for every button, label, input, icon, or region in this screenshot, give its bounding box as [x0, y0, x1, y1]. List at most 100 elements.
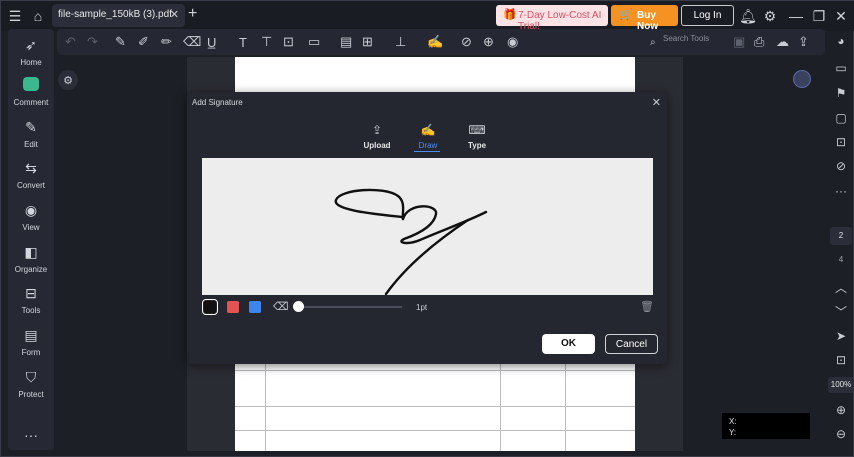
ok-button[interactable]: OK — [542, 334, 595, 354]
tab-file-label: file-sample_150kB (3).pdf — [58, 9, 172, 20]
color-black-swatch[interactable] — [202, 299, 218, 315]
signature-canvas[interactable] — [202, 158, 653, 296]
hide-annotations-icon[interactable]: ⊕ — [483, 33, 494, 51]
home-icon[interactable]: ⌂ — [28, 6, 48, 26]
cancel-button[interactable]: Cancel — [605, 334, 658, 354]
undo-icon[interactable]: ↶ — [65, 33, 76, 51]
sidebar-item-edit[interactable]: ✎ Edit — [8, 119, 54, 149]
dialog-title: Add Signature — [192, 98, 243, 107]
cart-icon: 🛒 — [619, 9, 633, 21]
new-tab-icon[interactable]: + — [188, 5, 197, 23]
minimize-icon[interactable]: — — [786, 6, 806, 26]
organize-icon: ◧ — [24, 244, 38, 260]
textbox-icon[interactable]: ⊤ — [261, 33, 272, 51]
more-icon[interactable]: ··· — [8, 427, 54, 445]
stamp-icon[interactable]: ⊥ — [395, 33, 406, 51]
zoom-out-icon[interactable]: ⊖ — [831, 427, 851, 441]
search-tools-input[interactable]: Search Tools — [663, 34, 709, 43]
attachment-icon[interactable]: ⊘ — [461, 33, 472, 51]
sidebar-item-tools[interactable]: ⊟ Tools — [8, 285, 54, 315]
bookmark-icon[interactable]: ⚑ — [831, 86, 851, 100]
search-panel-icon[interactable]: ⊡ — [831, 135, 851, 149]
sidebar-item-form[interactable]: ▤ Form — [8, 327, 54, 357]
settings-icon[interactable]: ⚙ — [760, 6, 780, 26]
zoom-in-icon[interactable]: ⊕ — [831, 403, 851, 417]
eraser-icon[interactable]: ⌫ — [273, 300, 289, 313]
color-red-swatch[interactable] — [227, 301, 239, 313]
color-blue-swatch[interactable] — [249, 301, 261, 313]
restore-icon[interactable]: ❐ — [809, 6, 829, 26]
login-button[interactable]: Log In — [681, 5, 734, 26]
sidebar-item-label: Form — [21, 348, 41, 357]
draw-icon: ✍ — [420, 123, 436, 137]
close-dialog-icon[interactable]: ✕ — [652, 96, 661, 109]
search-icon: ⌕ — [650, 36, 656, 48]
comment-toolbar: ↶ ↷ ✎ ✐ ✏ ⌫ U̲ T ⊤ ⊡ ▭ ▤ ⊞ ⊥ ✍ ⊘ ⊕ ◉ ⌕ S… — [57, 29, 825, 55]
add-signature-dialog: Add Signature ✕ ⇪ Upload ✍ Draw ⌨ Type ⌫ — [187, 92, 667, 364]
keyboard-icon: ⌨ — [468, 123, 486, 137]
coord-x-label: X: — [729, 417, 737, 426]
upload-icon: ⇪ — [371, 123, 383, 137]
promo-button[interactable]: 🎁 7-Day Low-Cost AI Trial! — [496, 5, 608, 32]
gift-icon: 🎁 — [503, 9, 517, 21]
shield-icon: ⛉ — [25, 369, 37, 385]
thumbnails-icon[interactable]: ▭ — [831, 61, 851, 75]
underline-icon[interactable]: U̲ — [207, 33, 216, 51]
tab-type[interactable]: ⌨ Type — [457, 123, 497, 150]
shape-icon[interactable]: ▭ — [308, 33, 320, 51]
cloud-upload-icon[interactable]: ☁ — [776, 33, 789, 51]
ai-assistant-icon[interactable]: ◕ — [831, 34, 851, 48]
stroke-width-value: 1pt — [416, 303, 428, 312]
bell-icon[interactable]: 🔔︎ — [738, 6, 758, 26]
eye-icon: ◉ — [24, 202, 38, 218]
measure-icon[interactable]: ⊞ — [362, 33, 373, 51]
comments-panel-icon[interactable]: ▢ — [831, 111, 851, 125]
sidebar-item-label: Convert — [16, 181, 45, 190]
filter-icon[interactable]: ⚙ — [58, 70, 78, 90]
signature-icon[interactable]: ✍ — [427, 33, 443, 51]
sidebar-item-label: Protect — [18, 390, 44, 399]
current-page-input[interactable]: 2 — [830, 227, 852, 245]
redo-icon[interactable]: ↷ — [87, 33, 98, 51]
ai-float-icon[interactable] — [793, 70, 811, 88]
menu-icon[interactable]: ☰ — [5, 6, 25, 26]
pencil-icon[interactable]: ✏ — [161, 33, 172, 51]
eye-toggle-icon[interactable]: ◉ — [507, 33, 518, 51]
close-tab-icon[interactable]: ✕ — [170, 8, 179, 21]
sidebar-item-home[interactable]: ➶ Home — [8, 37, 54, 67]
next-page-icon[interactable]: ﹀ — [831, 303, 851, 320]
select-cursor-icon[interactable]: ➤ — [831, 329, 851, 343]
sidebar-item-convert[interactable]: ⇆ Convert — [8, 160, 54, 190]
area-highlight-icon[interactable]: ✐ — [138, 33, 149, 51]
eraser-icon[interactable]: ⌫ — [183, 33, 201, 51]
highlight-icon[interactable]: ✎ — [115, 33, 126, 51]
stroke-width-slider[interactable] — [298, 306, 402, 308]
sidebar-item-comment[interactable]: Comment — [8, 77, 54, 107]
sidebar-item-label: View — [22, 223, 40, 232]
note-icon[interactable]: ▤ — [340, 33, 352, 51]
close-window-icon[interactable]: ✕ — [831, 6, 851, 26]
fit-page-icon[interactable]: ⊡ — [831, 353, 851, 367]
text-icon[interactable]: T — [239, 33, 247, 51]
more-options-icon[interactable]: ··· — [831, 184, 851, 198]
sidebar-item-view[interactable]: ◉ View — [8, 202, 54, 232]
total-pages: 4 — [838, 255, 844, 264]
sidebar-item-protect[interactable]: ⛉ Protect — [8, 369, 54, 399]
print-icon[interactable]: ⎙ — [754, 33, 764, 51]
sidebar-item-organize[interactable]: ◧ Organize — [8, 244, 54, 274]
toolbox-icon: ⊟ — [25, 285, 37, 301]
tab-upload[interactable]: ⇪ Upload — [357, 123, 397, 150]
stroke-width-handle[interactable] — [293, 301, 304, 312]
trash-icon[interactable]: 🗑︎ — [640, 300, 654, 313]
attachments-icon[interactable]: ⊘ — [831, 159, 851, 173]
comment-icon — [8, 77, 54, 95]
share-icon[interactable]: ⇪ — [798, 33, 809, 51]
previous-page-icon[interactable]: ︿ — [831, 279, 851, 296]
callout-icon[interactable]: ⊡ — [283, 33, 294, 51]
tab-file[interactable]: file-sample_150kB (3).pdf ✕ — [52, 4, 185, 27]
zoom-level[interactable]: 100% — [828, 377, 854, 393]
tab-draw[interactable]: ✍ Draw — [408, 123, 448, 152]
pdf-editor-window: ☰ ⌂ file-sample_150kB (3).pdf ✕ + 🎁 7-Da… — [0, 0, 854, 457]
save-icon[interactable]: ▣ — [733, 33, 745, 51]
buy-now-button[interactable]: 🛒 Buy Now — [611, 5, 678, 32]
